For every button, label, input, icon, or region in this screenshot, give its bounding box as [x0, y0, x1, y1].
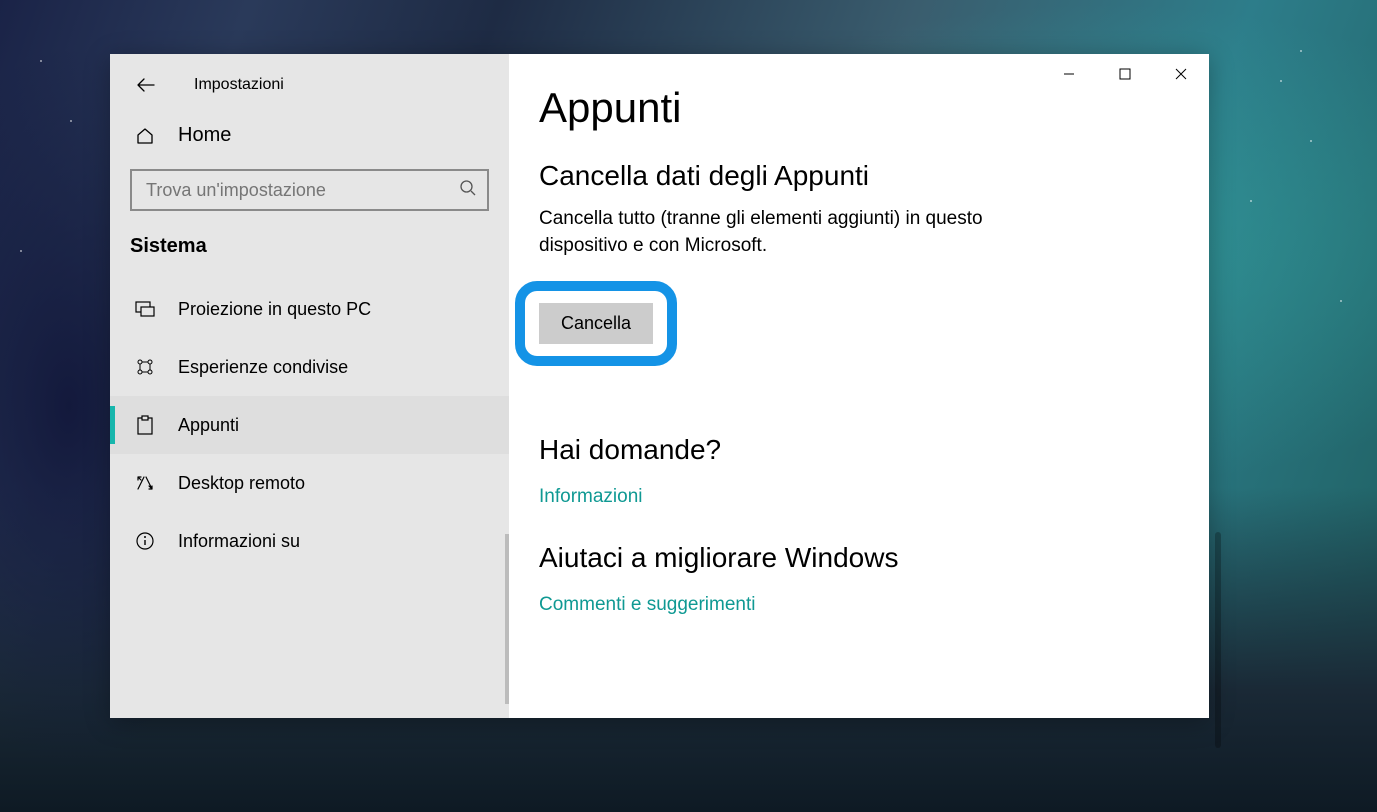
- search-input-wrapper[interactable]: [130, 169, 489, 211]
- remote-desktop-icon: [134, 474, 156, 492]
- settings-window: Impostazioni Home Sistema Proiezione: [110, 54, 1209, 718]
- search-icon: [459, 179, 477, 202]
- clear-heading: Cancella dati degli Appunti: [539, 160, 1209, 192]
- help-link[interactable]: Informazioni: [539, 486, 643, 508]
- feedback-section: Aiutaci a migliorare Windows Commenti e …: [539, 542, 1209, 616]
- sidebar: Impostazioni Home Sistema Proiezione: [110, 54, 509, 718]
- sidebar-item-about[interactable]: Informazioni su: [110, 512, 509, 570]
- sidebar-item-remote-desktop[interactable]: Desktop remoto: [110, 454, 509, 512]
- home-icon: [134, 126, 156, 146]
- sidebar-item-label: Informazioni su: [178, 531, 300, 552]
- sidebar-item-label: Esperienze condivise: [178, 357, 348, 378]
- feedback-link[interactable]: Commenti e suggerimenti: [539, 594, 755, 616]
- sidebar-item-shared-experiences[interactable]: Esperienze condivise: [110, 338, 509, 396]
- clear-button[interactable]: Cancella: [539, 303, 653, 344]
- content-pane: Appunti Cancella dati degli Appunti Canc…: [509, 54, 1209, 718]
- arrow-left-icon: [137, 78, 155, 92]
- projection-icon: [134, 300, 156, 318]
- clear-clipboard-section: Cancella dati degli Appunti Cancella tut…: [539, 160, 1209, 400]
- shared-icon: [134, 357, 156, 377]
- search-input[interactable]: [146, 180, 459, 201]
- clipboard-icon: [134, 415, 156, 435]
- help-section: Hai domande? Informazioni: [539, 434, 1209, 508]
- maximize-icon: [1119, 68, 1131, 80]
- app-title: Impostazioni: [194, 76, 284, 94]
- nav-list: Proiezione in questo PC Esperienze condi…: [110, 280, 509, 570]
- sidebar-item-label: Desktop remoto: [178, 473, 305, 494]
- minimize-icon: [1063, 68, 1075, 80]
- tutorial-highlight: Cancella: [515, 281, 677, 366]
- minimize-button[interactable]: [1041, 54, 1097, 94]
- sidebar-item-clipboard[interactable]: Appunti: [110, 396, 509, 454]
- close-icon: [1175, 68, 1187, 80]
- content-scrollbar[interactable]: [1215, 532, 1221, 748]
- info-icon: [134, 531, 156, 551]
- sidebar-item-label: Proiezione in questo PC: [178, 299, 371, 320]
- back-button[interactable]: [134, 73, 158, 97]
- clear-description: Cancella tutto (tranne gli elementi aggi…: [539, 206, 1059, 259]
- maximize-button[interactable]: [1097, 54, 1153, 94]
- help-heading: Hai domande?: [539, 434, 1209, 466]
- home-label: Home: [178, 124, 231, 147]
- sidebar-item-label: Appunti: [178, 415, 239, 436]
- sidebar-item-projection[interactable]: Proiezione in questo PC: [110, 280, 509, 338]
- feedback-heading: Aiutaci a migliorare Windows: [539, 542, 1209, 574]
- close-button[interactable]: [1153, 54, 1209, 94]
- sidebar-section-title: Sistema: [110, 225, 509, 280]
- home-nav[interactable]: Home: [110, 106, 509, 165]
